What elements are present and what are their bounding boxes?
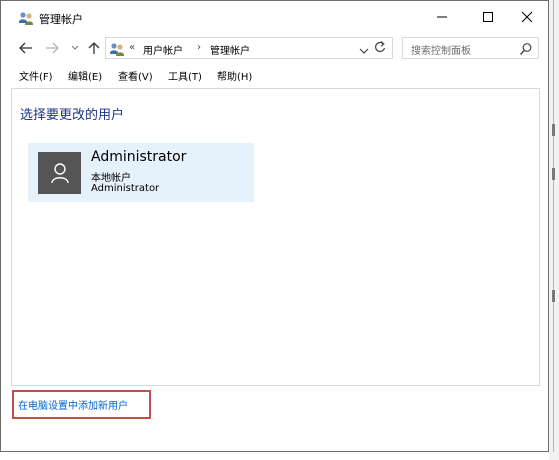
account-tile-administrator[interactable]: Administrator 本地帐户 Administrator: [28, 143, 254, 202]
user-accounts-icon: [110, 43, 124, 56]
avatar: [38, 152, 81, 194]
edge-marker: [552, 290, 555, 302]
navigation-bar: « 用户帐户 › 管理帐户 搜索控制面板: [1, 34, 548, 62]
content-pane: 选择要更改的用户 Administrator 本地帐户 Administrato…: [11, 88, 540, 386]
chevron-down-icon: [71, 45, 79, 50]
breadcrumb-separator: ›: [197, 42, 201, 53]
add-new-user-link[interactable]: 在电脑设置中添加新用户: [18, 397, 128, 412]
forward-arrow-icon: [46, 42, 59, 54]
account-name: Administrator: [91, 149, 187, 165]
forward-button[interactable]: [43, 39, 61, 57]
breadcrumb-manage-accounts[interactable]: 管理帐户: [210, 42, 250, 57]
edge-marker: [552, 124, 555, 136]
close-button[interactable]: [504, 1, 550, 33]
user-accounts-icon: [19, 12, 33, 25]
account-type: 本地帐户: [91, 173, 131, 184]
breadcrumb-user-accounts[interactable]: 用户帐户: [143, 42, 183, 57]
account-group: Administrator: [91, 183, 160, 194]
menu-help[interactable]: 帮助(H): [217, 68, 252, 83]
menu-bar: 文件(F) 编辑(E) 查看(V) 工具(T) 帮助(H): [1, 63, 548, 85]
address-bar[interactable]: « 用户帐户 › 管理帐户: [105, 37, 393, 59]
chevron-down-icon: [359, 48, 369, 54]
menu-file[interactable]: 文件(F): [19, 68, 53, 83]
edge-marker: [552, 168, 555, 180]
minimize-icon: [437, 16, 447, 18]
page-heading: 选择要更改的用户: [20, 108, 125, 123]
search-box[interactable]: 搜索控制面板: [402, 37, 539, 59]
edge-line: [553, 0, 554, 452]
window-title: 管理帐户: [39, 13, 83, 26]
search-placeholder: 搜索控制面板: [411, 46, 471, 57]
title-bar: 管理帐户: [1, 1, 548, 33]
back-button[interactable]: [17, 39, 35, 57]
address-dropdown-button[interactable]: [359, 41, 369, 60]
close-icon: [521, 11, 533, 23]
refresh-button[interactable]: [374, 40, 386, 57]
user-icon: [50, 163, 69, 184]
menu-view[interactable]: 查看(V): [118, 68, 153, 83]
up-button[interactable]: [85, 39, 103, 57]
back-arrow-icon: [19, 42, 32, 54]
search-icon[interactable]: [519, 41, 533, 60]
breadcrumb-overflow[interactable]: «: [129, 42, 135, 53]
control-panel-window: 管理帐户 « 用户帐户 › 管理帐户 搜索控制面板 文件(F) 编辑(E) 查看…: [0, 0, 549, 452]
refresh-icon: [375, 41, 386, 52]
recent-locations-button[interactable]: [66, 39, 84, 57]
menu-tools[interactable]: 工具(T): [168, 68, 202, 83]
menu-edit[interactable]: 编辑(E): [68, 68, 102, 83]
desktop-edge: [549, 0, 559, 460]
up-arrow-icon: [88, 42, 100, 54]
minimize-button[interactable]: [419, 1, 465, 33]
maximize-icon: [483, 12, 493, 22]
